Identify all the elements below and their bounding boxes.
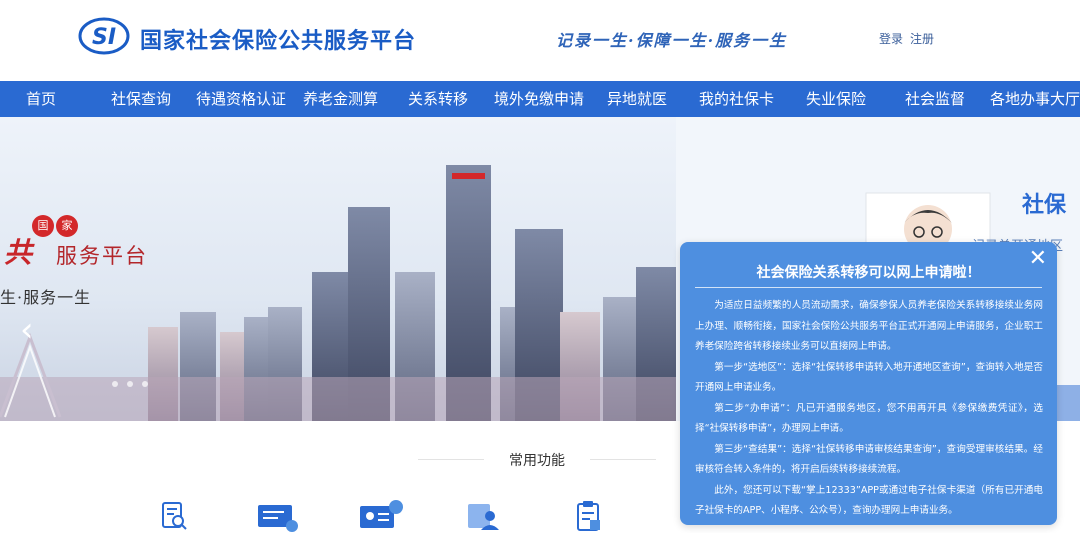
banner-text-slogan: 生·服务一生 <box>0 288 92 307</box>
nav-item-relation-transfer[interactable]: 关系转移 <box>408 81 468 117</box>
banner-dots <box>112 372 157 391</box>
popup-paragraph-intro: 为适应日益频繁的人员流动需求，确保参保人员养老保险关系转移接续业务网上办理、顺畅… <box>695 300 1043 352</box>
banner-text-platform: 服务平台 <box>56 244 148 268</box>
common-functions-title: 常用功能 <box>484 450 590 470</box>
banner-prev-arrow-icon[interactable]: ‹ <box>20 313 34 347</box>
id-card-transfer-icon[interactable] <box>358 500 404 532</box>
nav-item-supervision[interactable]: 社会监督 <box>905 81 965 117</box>
nav-item-benefit-qualification[interactable]: 待遇资格认证 <box>196 81 286 117</box>
banner-dot[interactable] <box>112 381 118 387</box>
banner-tag-home: 家 <box>56 215 78 237</box>
slogan: 记录一生·保障一生·服务一生 <box>556 31 788 50</box>
nav-item-my-card[interactable]: 我的社保卡 <box>699 81 774 117</box>
edit-form-icon[interactable] <box>256 500 300 532</box>
clipboard-icon[interactable] <box>575 500 603 532</box>
register-link[interactable]: 注册 <box>910 30 934 47</box>
banner-right-title: 社保 <box>1022 193 1067 218</box>
main-nav: 首页 社保查询 待遇资格认证 养老金测算 关系转移 境外免缴申请 异地就医 我的… <box>0 81 1080 117</box>
nav-item-service-halls[interactable]: 各地办事大厅 <box>990 81 1080 117</box>
svg-text:SI: SI <box>92 25 116 50</box>
site-title[interactable]: 国家社会保险公共服务平台 <box>140 23 416 55</box>
section-divider-right <box>590 459 656 460</box>
nav-item-home[interactable]: 首页 <box>26 81 56 117</box>
search-doc-icon[interactable] <box>160 500 188 532</box>
nav-item-remote-medical[interactable]: 异地就医 <box>607 81 667 117</box>
popup-body: 为适应日益频繁的人员流动需求，确保参保人员养老保险关系转移接续业务网上办理、顺畅… <box>695 296 1043 522</box>
nav-item-unemployment[interactable]: 失业保险 <box>806 81 866 117</box>
popup-paragraph-extra: 此外，您还可以下载“掌上12333”APP或通过电子社保卡渠道（所有已开通电子社… <box>695 484 1043 517</box>
popup-paragraph-step3: 第三步“查结果”：选择“社保转移申请审核结果查询”，查询受理审核结果。经审核符合… <box>695 443 1043 476</box>
popup-paragraph-step2: 第二步“办申请”：凡已开通服务地区，您不用再开具《参保缴费凭证》，选择“社保转移… <box>695 402 1043 435</box>
banner-dot[interactable] <box>142 381 148 387</box>
popup-divider <box>695 287 1042 288</box>
banner-tag-country: 国 <box>32 215 54 237</box>
transfer-notice-popup: ✕ 社会保险关系转移可以网上申请啦！ 为适应日益频繁的人员流动需求，确保参保人员… <box>680 242 1057 525</box>
nav-item-pension-calculator[interactable]: 养老金测算 <box>303 81 378 117</box>
section-divider-left <box>418 459 484 460</box>
banner-red-text: 共 <box>4 236 33 269</box>
nav-item-overseas-exemption[interactable]: 境外免缴申请 <box>494 81 584 117</box>
popup-title: 社会保险关系转移可以网上申请啦！ <box>756 265 981 281</box>
login-link[interactable]: 登录 <box>879 30 903 47</box>
banner-dot[interactable] <box>127 381 133 387</box>
header: SI 国家社会保险公共服务平台 记录一生·保障一生·服务一生 登录 注册 <box>0 0 1080 81</box>
page: SI 国家社会保险公共服务平台 记录一生·保障一生·服务一生 登录 注册 首页 … <box>0 0 1080 533</box>
person-badge-icon[interactable] <box>466 500 502 532</box>
nav-item-social-security-query[interactable]: 社保查询 <box>111 81 171 117</box>
si-logo-icon[interactable]: SI <box>78 17 130 55</box>
popup-paragraph-step1: 第一步“选地区”：选择“社保转移申请转入地开通地区查询”，查询转入地是否开通网上… <box>695 361 1043 394</box>
